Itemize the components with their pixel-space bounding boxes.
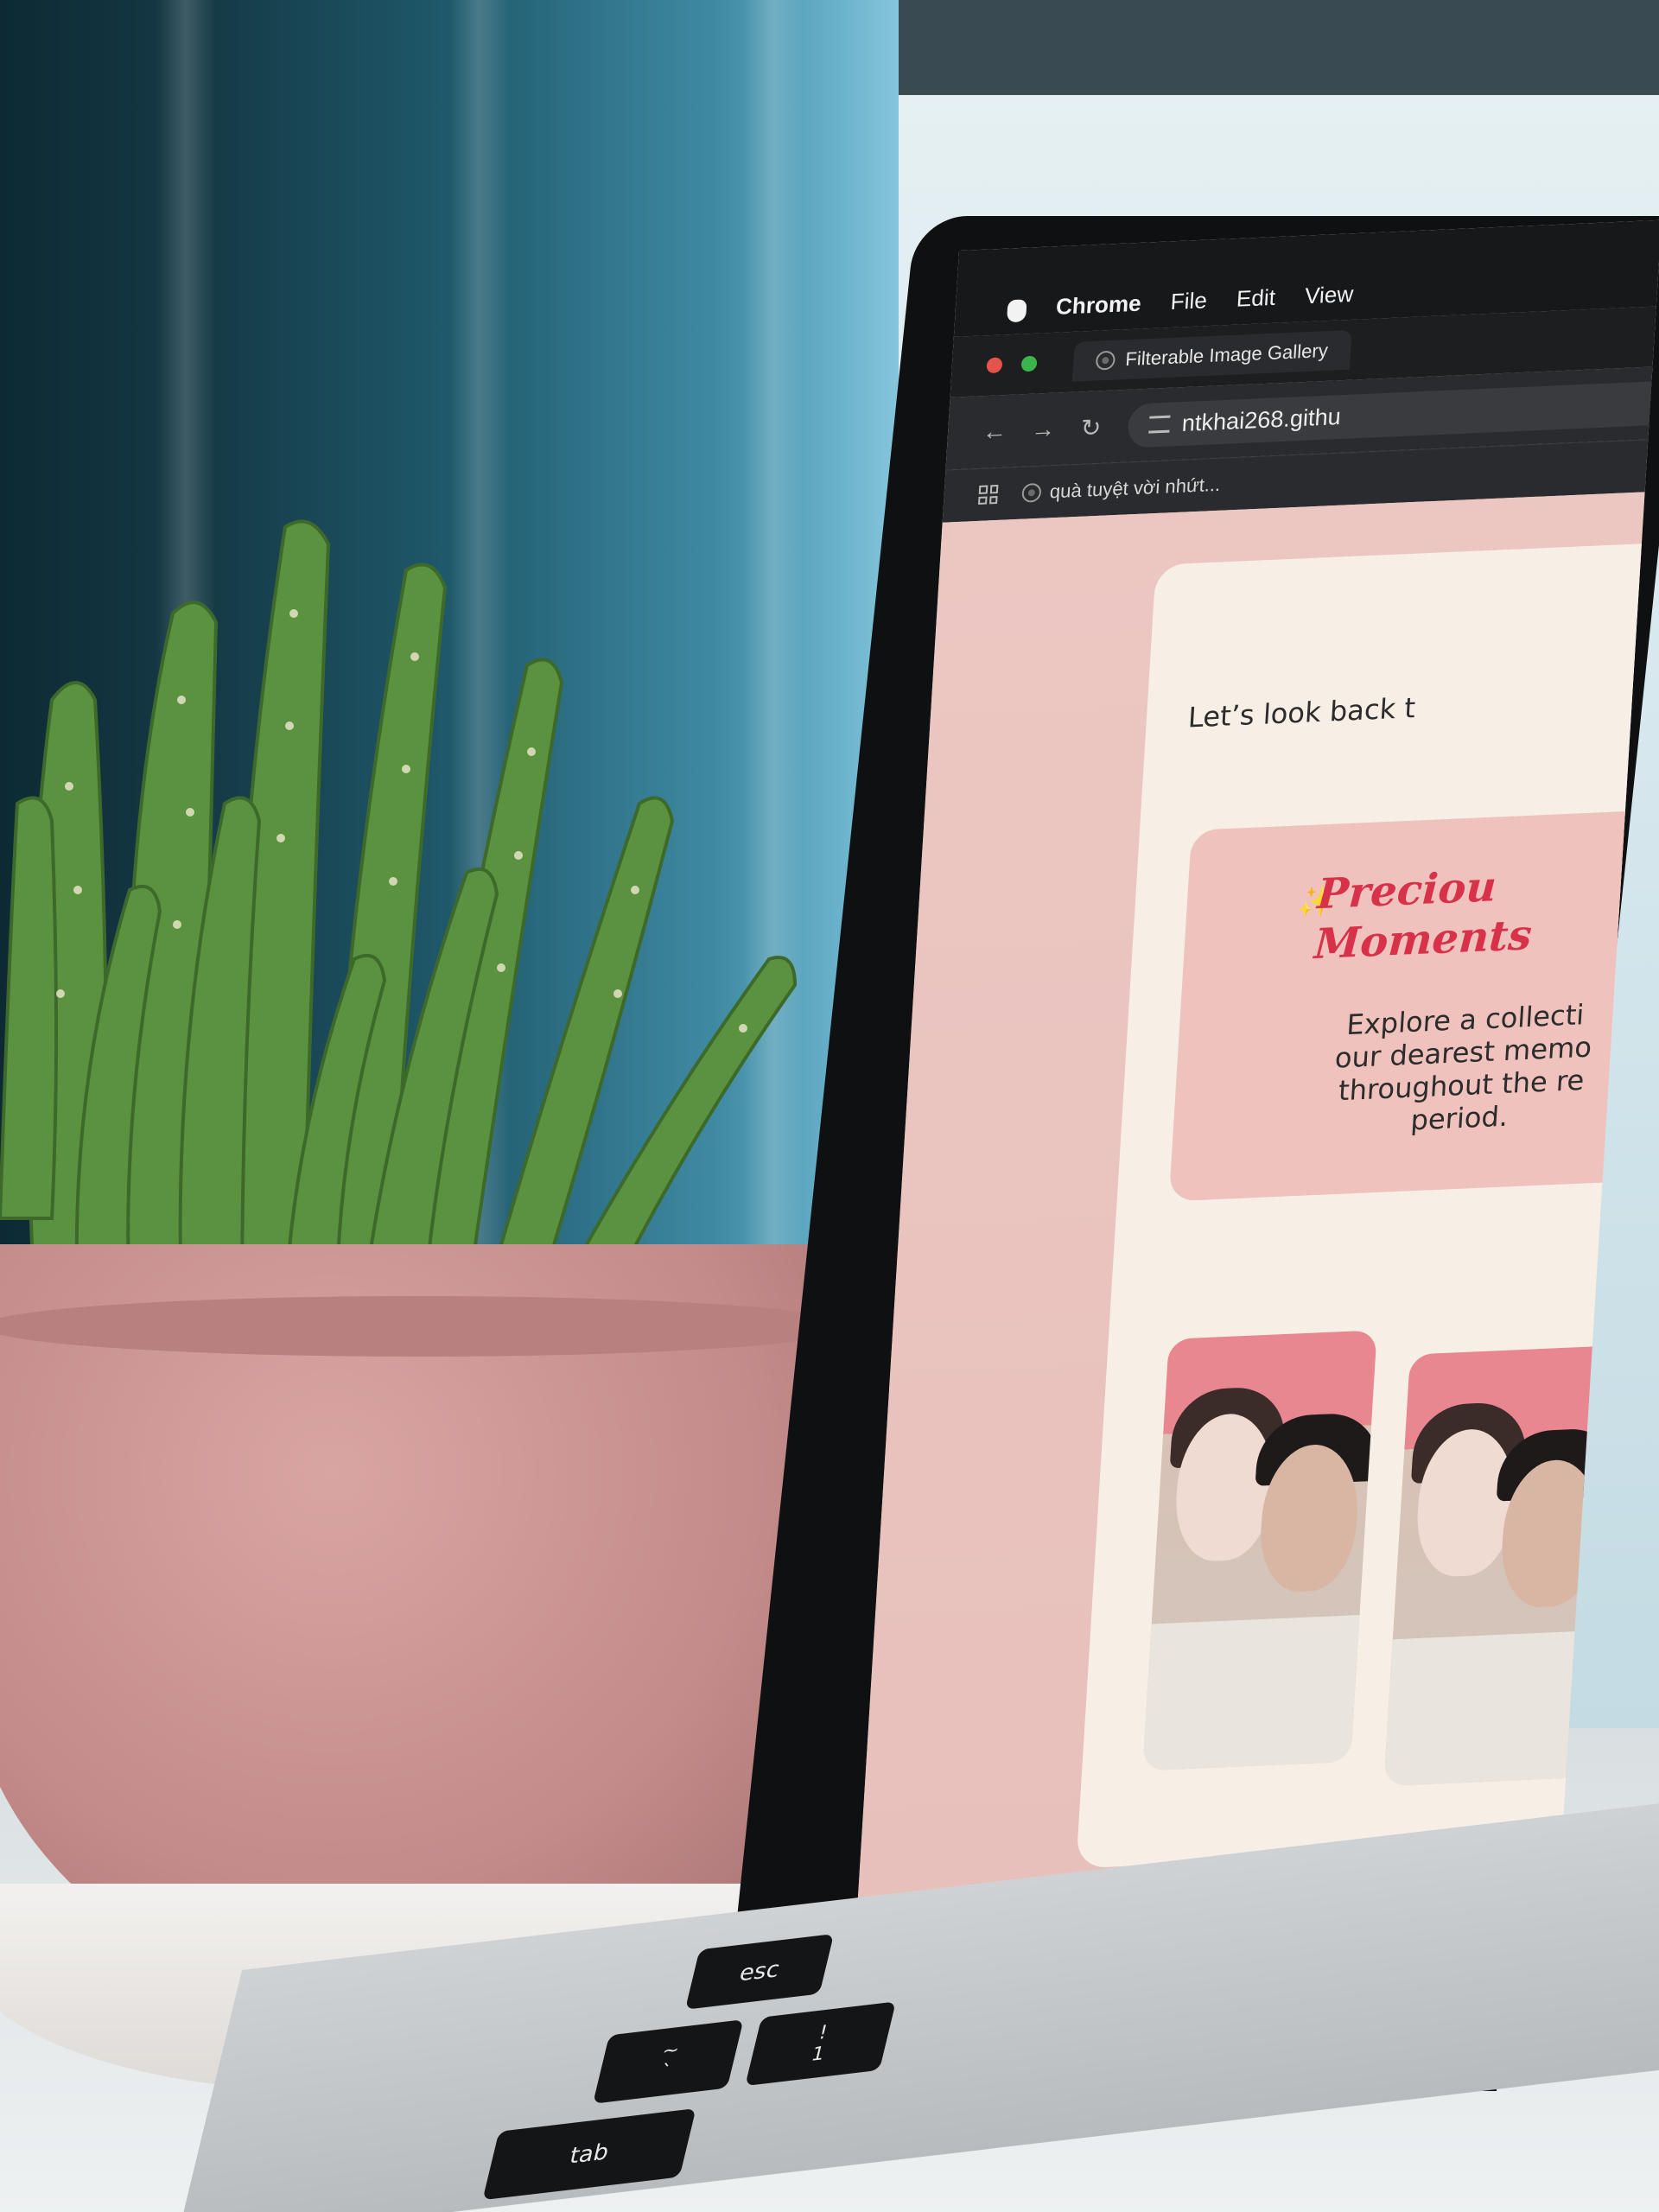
key-one-top: !: [816, 2021, 830, 2044]
key-tilde[interactable]: ~ `: [592, 2019, 744, 2104]
url-text: ntkhai268.githu: [1181, 403, 1342, 436]
gallery-photo[interactable]: [1142, 1330, 1377, 1771]
menu-item-edit[interactable]: Edit: [1236, 284, 1276, 313]
tune-icon[interactable]: [1148, 415, 1171, 434]
back-arrow-icon[interactable]: ←: [982, 417, 1007, 446]
zoom-window-button[interactable]: [1020, 355, 1038, 372]
key-tilde-top: ~: [659, 2039, 682, 2063]
browser-tab[interactable]: Filterable Image Gallery: [1071, 329, 1352, 382]
close-window-button[interactable]: [986, 357, 1003, 374]
apps-grid-icon[interactable]: [977, 485, 999, 505]
menu-item-file[interactable]: File: [1170, 287, 1208, 315]
menu-app-name[interactable]: Chrome: [1055, 290, 1141, 321]
tab-title: Filterable Image Gallery: [1124, 339, 1329, 371]
hero-section: ✨ Preciou Moments Explore a collecti our…: [1168, 808, 1659, 1202]
forward-arrow-icon[interactable]: →: [1030, 415, 1056, 443]
web-page: Let’s look back t ✨ Preciou Moments Expl…: [849, 492, 1659, 2047]
key-esc[interactable]: esc: [684, 1934, 835, 2010]
bookmark-item[interactable]: quà tuyệt vời nhứt...: [1021, 474, 1221, 505]
globe-icon: [1095, 350, 1116, 371]
hero-title: Preciou Moments: [1313, 855, 1649, 969]
gallery-card: Let’s look back t ✨ Preciou Moments Expl…: [1076, 541, 1659, 1869]
key-tab[interactable]: tab: [482, 2108, 696, 2201]
window-frame: [899, 0, 1659, 95]
bookmark-label: quà tuyệt vời nhứt...: [1049, 473, 1222, 503]
url-input[interactable]: ntkhai268.githu: [1127, 379, 1659, 448]
globe-icon: [1021, 482, 1042, 503]
apple-icon[interactable]: [1006, 299, 1027, 323]
page-tagline: Let’s look back t: [1186, 691, 1417, 734]
laptop-screen: Chrome File Edit View Filterable Image G…: [849, 219, 1659, 2047]
menu-item-view[interactable]: View: [1304, 281, 1354, 309]
key-tilde-bottom: `: [658, 2061, 674, 2084]
hero-description: Explore a collecti our dearest memo thro…: [1216, 993, 1659, 1145]
key-one-bottom: 1: [809, 2043, 827, 2066]
reload-icon[interactable]: ↻: [1079, 413, 1103, 442]
photo-scene: Chrome File Edit View Filterable Image G…: [0, 0, 1659, 2212]
key-one[interactable]: ! 1: [745, 2001, 896, 2087]
pot-rim: [0, 1296, 855, 1357]
